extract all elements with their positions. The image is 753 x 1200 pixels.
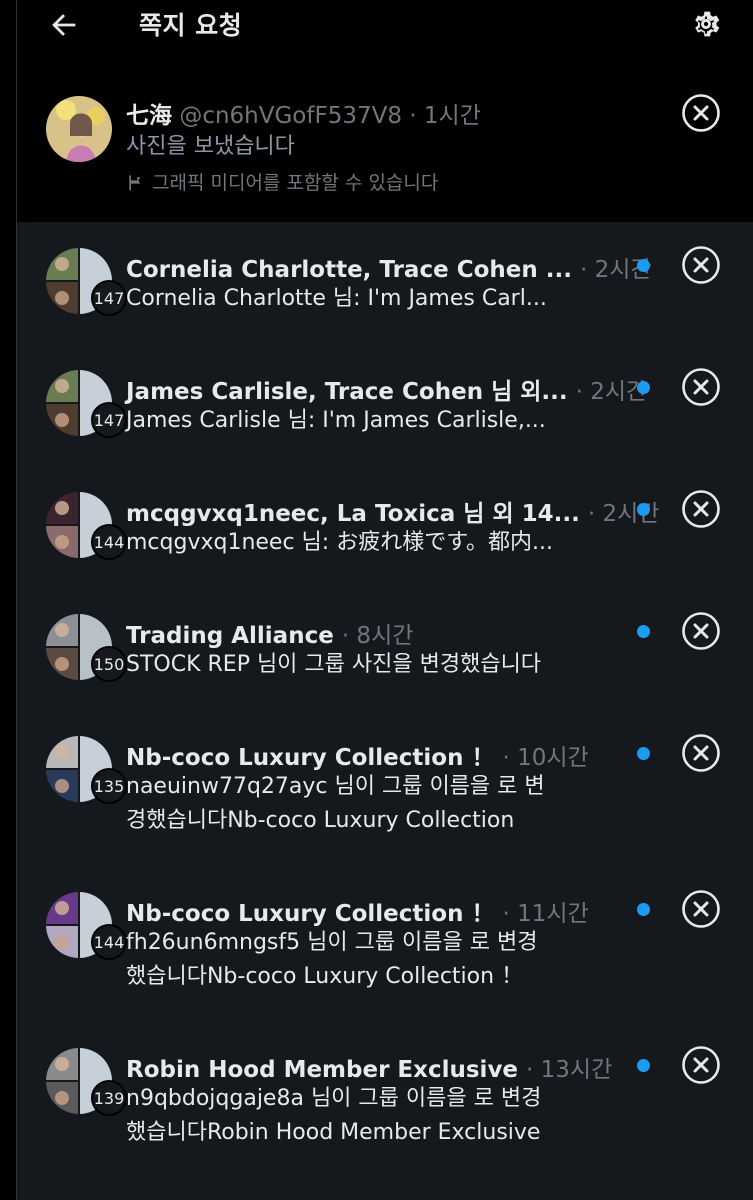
conversation-title: mcqgvxq1neec, La Toxica 님 외 14...	[126, 501, 588, 527]
left-edge-divider	[0, 0, 17, 1200]
member-count-badge: 147	[91, 280, 127, 316]
message-preview: Cornelia Charlotte 님: I'm James Carl...	[126, 286, 547, 311]
unread-dot	[637, 903, 650, 916]
conversation-title: Nb-coco Luxury Collection ！	[126, 745, 503, 771]
member-count-badge: 139	[91, 1080, 127, 1116]
unread-dot	[637, 503, 650, 516]
timestamp: · 8시간	[341, 623, 414, 649]
message-preview: 했습니다Robin Hood Member Exclusive	[126, 1120, 541, 1145]
sender-name: 七海	[126, 103, 172, 129]
page-title: 쪽지 요청	[139, 11, 243, 40]
conversation-title: Cornelia Charlotte, Trace Cohen ...	[126, 257, 580, 283]
conversation-title-line: Cornelia Charlotte, Trace Cohen ... · 2시…	[126, 250, 652, 284]
close-icon[interactable]	[681, 245, 721, 285]
message-preview: 했습니다Nb-coco Luxury Collection ！	[126, 964, 524, 989]
unread-dot	[637, 747, 650, 760]
conversation-title: James Carlisle, Trace Cohen 님 외...	[126, 379, 576, 405]
timestamp: · 13시간	[526, 1057, 613, 1083]
unread-dot	[637, 625, 650, 638]
conversation-title-line: Nb-coco Luxury Collection ！ · 11시간	[126, 894, 589, 928]
unread-dot	[637, 381, 650, 394]
close-icon[interactable]	[681, 93, 721, 133]
conversation-title: Trading Alliance	[126, 623, 342, 649]
message-preview: STOCK REP 님이 그룹 사진을 변경했습니다	[126, 652, 542, 677]
message-request-item[interactable]: 150 Trading Alliance · 8시간 STOCK REP 님이 그룹…	[17, 588, 753, 710]
conversation-title-line: Trading Alliance · 8시간	[126, 616, 413, 650]
flag-icon	[129, 173, 141, 191]
avatar	[46, 96, 112, 162]
member-count-badge: 135	[91, 768, 127, 804]
message-request-item[interactable]: 147 Cornelia Charlotte, Trace Cohen ... ·…	[17, 222, 753, 344]
back-arrow-icon[interactable]	[47, 8, 81, 42]
message-request-item[interactable]: 139 Robin Hood Member Exclusive · 13시간 n9q…	[17, 1022, 753, 1200]
message-request-item[interactable]: 144 Nb-coco Luxury Collection ！ · 11시간 fh2…	[17, 866, 753, 1022]
message-request-item[interactable]: 147 James Carlisle, Trace Cohen 님 외... · …	[17, 344, 753, 466]
message-request-item[interactable]: 144 mcqgvxq1neec, La Toxica 님 외 14... · 2…	[17, 466, 753, 588]
sender-handle: @cn6hVGofF537V8	[179, 103, 402, 129]
sensitive-media-text: 그래픽 미디어를 포함할 수 있습니다	[152, 172, 439, 194]
conversation-title-line: Nb-coco Luxury Collection ！ · 10시간	[126, 738, 589, 772]
message-preview: n9qbdojqgaje8a 님이 그룹 이름을 로 변경	[126, 1086, 542, 1111]
close-icon[interactable]	[681, 367, 721, 407]
message-preview: James Carlisle 님: I'm James Carlisle,...	[126, 408, 546, 433]
gear-icon[interactable]	[689, 7, 723, 41]
message-request-item[interactable]: 七海 @cn6hVGofF537V8 · 1시간 사진을 보냈습니다 그래픽 미…	[17, 70, 753, 222]
conversation-title: Nb-coco Luxury Collection ！	[126, 901, 503, 927]
member-count-badge: 144	[91, 924, 127, 960]
message-preview: mcqgvxq1neec 님: お疲れ様です。都内...	[126, 530, 553, 555]
close-icon[interactable]	[681, 611, 721, 651]
close-icon[interactable]	[681, 1045, 721, 1085]
close-icon[interactable]	[681, 489, 721, 529]
message-preview: 경했습니다Nb-coco Luxury Collection	[126, 808, 515, 833]
message-preview: fh26un6mngsf5 님이 그룹 이름을 로 변경	[126, 930, 538, 955]
message-preview: naeuinw77q27ayc 님이 그룹 이름을 로 변	[126, 774, 545, 799]
timestamp: · 10시간	[502, 745, 589, 771]
conversation-title-line: James Carlisle, Trace Cohen 님 외... · 2시간	[126, 372, 647, 406]
timestamp: · 2시간	[575, 379, 648, 405]
member-count-badge: 150	[91, 646, 127, 682]
timestamp: · 1시간	[409, 103, 481, 129]
top-bar: 쪽지 요청	[17, 0, 753, 70]
message-preview: 사진을 보냈습니다	[126, 134, 295, 159]
member-count-badge: 147	[91, 402, 127, 438]
message-request-item[interactable]: 135 Nb-coco Luxury Collection ！ · 10시간 nae…	[17, 710, 753, 866]
timestamp: · 11시간	[502, 901, 589, 927]
member-count-badge: 144	[91, 524, 127, 560]
unread-dot	[637, 259, 650, 272]
conversation-title-line: mcqgvxq1neec, La Toxica 님 외 14... · 2시간	[126, 494, 659, 528]
sensitive-media-note: 그래픽 미디어를 포함할 수 있습니다	[126, 168, 438, 195]
conversation-title: Robin Hood Member Exclusive	[126, 1057, 527, 1083]
close-icon[interactable]	[681, 733, 721, 773]
conversation-title-line: Robin Hood Member Exclusive · 13시간	[126, 1050, 612, 1084]
unread-dot	[637, 1059, 650, 1072]
close-icon[interactable]	[681, 889, 721, 929]
sender-line: 七海 @cn6hVGofF537V8 · 1시간	[126, 96, 481, 130]
